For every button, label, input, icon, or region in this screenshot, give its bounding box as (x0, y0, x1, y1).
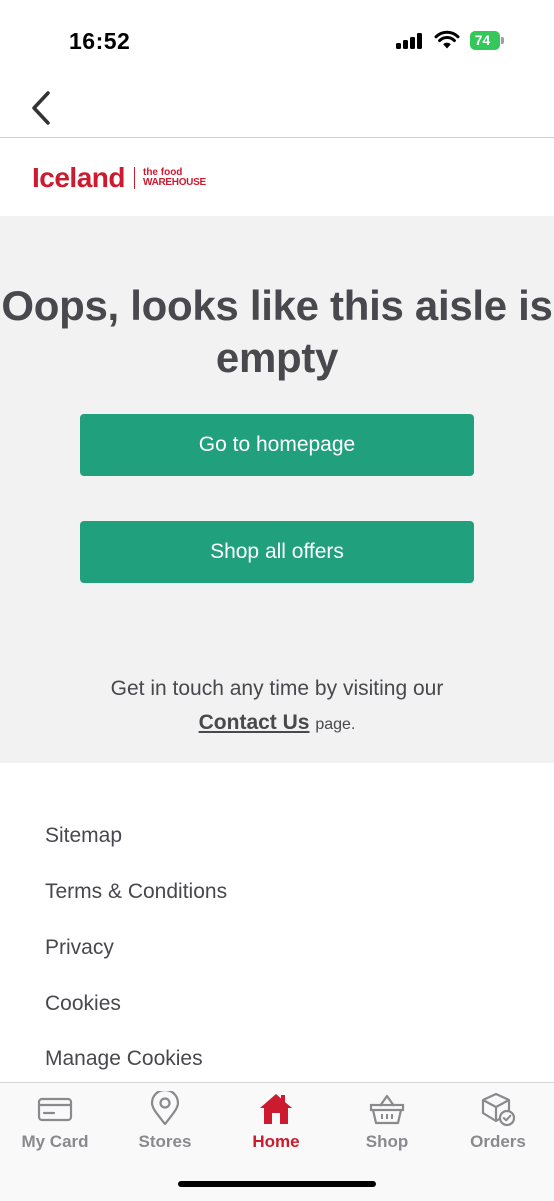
iceland-logo[interactable]: Iceland the food WAREHOUSE (32, 162, 206, 193)
tab-shop[interactable]: Shop (332, 1083, 442, 1163)
wifi-icon (434, 30, 460, 49)
site-header: Iceland the food WAREHOUSE (0, 138, 554, 216)
tab-label: Shop (365, 1132, 409, 1151)
home-icon (260, 1094, 292, 1124)
footer-link-privacy[interactable]: Privacy (45, 936, 114, 960)
tab-label: Stores (138, 1132, 192, 1151)
battery-level: 74 (474, 32, 491, 48)
footer-link-cookies[interactable]: Cookies (45, 992, 121, 1016)
footer-link-terms[interactable]: Terms & Conditions (45, 880, 227, 904)
tab-label: Home (252, 1132, 300, 1151)
location-pin-icon (150, 1091, 180, 1126)
logo-divider (133, 167, 135, 189)
shop-all-offers-button[interactable]: Shop all offers (80, 521, 474, 583)
home-indicator[interactable] (178, 1181, 376, 1187)
status-bar: 16:52 74 (0, 0, 554, 78)
contact-prefix: Get in touch any time by visiting our (110, 677, 444, 700)
go-to-homepage-button[interactable]: Go to homepage (80, 414, 474, 476)
cellular-signal-icon (396, 33, 426, 49)
contact-us-link[interactable]: Contact Us (199, 711, 310, 734)
status-time: 16:52 (69, 28, 131, 54)
footer-link-sitemap[interactable]: Sitemap (45, 824, 122, 848)
logo-main-text: Iceland (32, 162, 125, 193)
back-chevron-icon[interactable] (26, 88, 60, 128)
navigation-bar (0, 78, 554, 138)
logo-sub-text: the food WAREHOUSE (143, 168, 206, 188)
tab-stores[interactable]: Stores (110, 1083, 220, 1163)
contact-message: Get in touch any time by visiting our Co… (0, 672, 554, 742)
tab-label: Orders (470, 1132, 526, 1151)
package-check-icon (481, 1092, 516, 1127)
basket-icon (369, 1094, 405, 1125)
tab-orders[interactable]: Orders (443, 1083, 553, 1163)
page-title: Oops, looks like this aisle is empty (1, 282, 553, 381)
tab-label: My Card (21, 1132, 89, 1151)
empty-state-section: Oops, looks like this aisle is empty Go … (0, 216, 554, 763)
tab-my-card[interactable]: My Card (0, 1083, 110, 1163)
contact-suffix: page. (315, 716, 356, 733)
card-icon (37, 1097, 73, 1122)
logo-sub-line2: WAREHOUSE (142, 177, 206, 188)
footer-link-manage-cookies[interactable]: Manage Cookies (45, 1047, 203, 1071)
battery-icon: 74 (470, 31, 504, 50)
tab-home[interactable]: Home (221, 1083, 331, 1163)
